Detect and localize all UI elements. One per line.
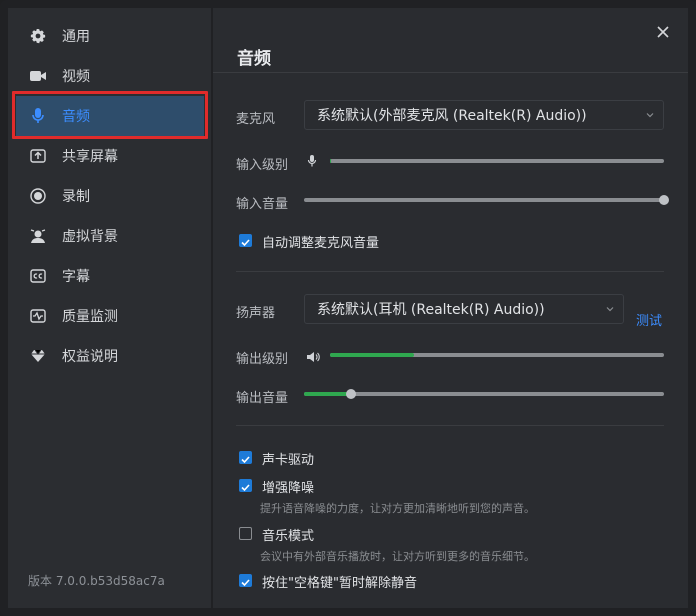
input-volume-handle[interactable] <box>659 195 669 205</box>
music-mode-checkbox[interactable] <box>239 527 252 540</box>
sidebar: 通用 视频 音频 共享屏幕 录制 虚拟背景 字幕 质量监测 权益说明 版本 7.… <box>8 8 211 608</box>
speaker-select[interactable]: 系统默认(耳机 (Realtek(R) Audio)) <box>304 294 624 324</box>
output-volume-handle[interactable] <box>345 389 356 399</box>
music-mode-hint: 会议中有外部音乐播放时，让对方听到更多的音乐细节。 <box>260 550 535 563</box>
input-level-label: 输入级别 <box>236 158 289 173</box>
record-icon <box>28 186 48 206</box>
input-level-fill <box>330 159 332 163</box>
sidebar-item-share-screen[interactable]: 共享屏幕 <box>16 136 204 176</box>
enhance-noise-checkbox[interactable] <box>239 479 252 492</box>
input-volume-slider[interactable] <box>304 195 669 205</box>
sidebar-item-video[interactable]: 视频 <box>16 56 204 96</box>
output-volume-fill <box>304 392 351 396</box>
page-title: 音频 <box>237 49 271 69</box>
sidebar-item-label: 录制 <box>62 189 90 205</box>
chevron-down-icon <box>606 307 614 312</box>
microphone-icon <box>307 153 317 172</box>
output-level-label: 输出级别 <box>236 352 289 367</box>
speaker-test-link[interactable]: 测试 <box>636 310 662 329</box>
settings-window: 通用 视频 音频 共享屏幕 录制 虚拟背景 字幕 质量监测 权益说明 版本 7.… <box>0 0 696 616</box>
input-level-meter <box>330 159 664 163</box>
chevron-down-icon <box>646 113 654 118</box>
mic-label: 麦克风 <box>236 112 276 127</box>
video-camera-icon <box>28 66 48 86</box>
mic-select-value: 系统默认(外部麦克风 (Realtek(R) Audio)) <box>317 108 587 124</box>
sidebar-item-label: 字幕 <box>62 269 90 285</box>
sidebar-item-record[interactable]: 录制 <box>16 176 204 216</box>
sidebar-item-label: 视频 <box>62 69 90 85</box>
auto-adjust-checkbox[interactable] <box>239 234 252 247</box>
sound-card-label[interactable]: 声卡驱动 <box>262 449 314 468</box>
enhance-noise-label[interactable]: 增强降噪 <box>262 477 314 496</box>
output-volume-label: 输出音量 <box>236 391 289 406</box>
sidebar-item-label: 质量监测 <box>62 309 118 325</box>
share-screen-icon <box>28 146 48 166</box>
mic-select[interactable]: 系统默认(外部麦克风 (Realtek(R) Audio)) <box>304 100 664 130</box>
output-level-fill <box>330 353 414 357</box>
input-volume-label: 输入音量 <box>236 197 289 212</box>
sidebar-item-label: 通用 <box>62 29 90 45</box>
sidebar-item-label: 权益说明 <box>62 349 118 365</box>
music-mode-label[interactable]: 音乐模式 <box>262 525 314 544</box>
speaker-icon <box>306 348 320 367</box>
speaker-select-value: 系统默认(耳机 (Realtek(R) Audio)) <box>317 302 545 318</box>
section-divider <box>236 271 664 272</box>
diamond-icon <box>28 346 48 366</box>
microphone-icon <box>28 106 48 126</box>
sidebar-item-captions[interactable]: 字幕 <box>16 256 204 296</box>
sidebar-item-label: 虚拟背景 <box>62 229 118 245</box>
speaker-label: 扬声器 <box>236 306 276 321</box>
section-divider <box>236 425 664 426</box>
audio-settings-panel: 音频 麦克风 系统默认(外部麦克风 (Realtek(R) Audio)) 输入… <box>213 8 688 608</box>
pulse-icon <box>28 306 48 326</box>
sidebar-item-label: 音频 <box>62 109 90 125</box>
space-unmute-checkbox[interactable] <box>239 574 252 587</box>
output-level-meter <box>330 353 664 357</box>
sidebar-item-audio[interactable]: 音频 <box>12 91 208 139</box>
cc-icon <box>28 266 48 286</box>
sidebar-item-quality[interactable]: 质量监测 <box>16 296 204 336</box>
sidebar-item-general[interactable]: 通用 <box>16 16 204 56</box>
header-divider <box>213 72 688 73</box>
output-volume-slider[interactable] <box>304 389 664 399</box>
space-unmute-label[interactable]: 按住"空格键"暂时解除静音 <box>262 572 417 591</box>
virtual-background-icon <box>28 226 48 246</box>
version-text: 版本 7.0.0.b53d58ac7a <box>28 574 165 588</box>
sidebar-item-virtual-background[interactable]: 虚拟背景 <box>16 216 204 256</box>
close-icon[interactable] <box>655 24 671 40</box>
sidebar-item-benefits[interactable]: 权益说明 <box>16 336 204 376</box>
auto-adjust-label[interactable]: 自动调整麦克风音量 <box>262 232 379 251</box>
sidebar-item-label: 共享屏幕 <box>62 149 118 165</box>
gear-icon <box>28 26 48 46</box>
sound-card-checkbox[interactable] <box>239 451 252 464</box>
enhance-noise-hint: 提升语音降噪的力度，让对方更加清晰地听到您的声音。 <box>260 502 535 515</box>
